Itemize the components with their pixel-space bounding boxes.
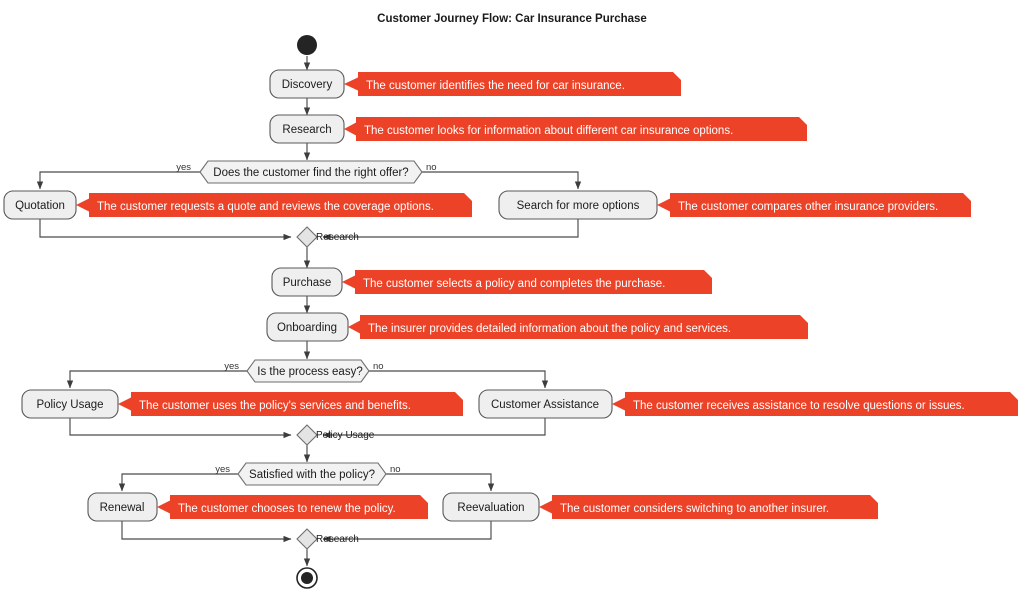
node-quotation[interactable]: Quotation xyxy=(3,190,77,220)
note-discovery-pointer xyxy=(344,77,359,91)
note-quotation-text: The customer requests a quote and review… xyxy=(97,201,434,213)
start-node xyxy=(297,35,317,55)
note-policyusage: The customer uses the policy's services … xyxy=(118,392,463,416)
page-title: Customer Journey Flow: Car Insurance Pur… xyxy=(377,13,647,25)
note-purchase-pointer xyxy=(342,275,356,289)
node-discovery[interactable]: Discovery xyxy=(269,69,345,99)
edge-quotation-merge1 xyxy=(39,219,292,241)
merge-m1-label: Research xyxy=(316,232,359,243)
decision-d2[interactable]: Is the process easy? xyxy=(246,359,370,383)
edge-d3-no-reevaluation xyxy=(386,473,495,492)
branch-label-d3-no: no xyxy=(390,464,401,475)
note-discovery-text: The customer identifies the need for car… xyxy=(366,80,625,92)
note-renewal: The customer chooses to renew the policy… xyxy=(157,495,428,519)
branch-label-d1-yes: yes xyxy=(176,162,191,173)
edge-search-merge1 xyxy=(322,219,579,241)
note-onboarding-pointer xyxy=(348,320,361,334)
note-onboarding: The insurer provides detailed informatio… xyxy=(348,315,808,339)
note-policyusage-pointer xyxy=(118,397,132,411)
note-reevaluation: The customer considers switching to anot… xyxy=(539,495,878,519)
merge-m3-label: Research xyxy=(316,534,359,545)
node-search-label: Search for more options xyxy=(517,200,640,212)
note-discovery: The customer identifies the need for car… xyxy=(344,72,681,96)
merge-m2-shape xyxy=(296,424,318,446)
note-purchase-text: The customer selects a policy and comple… xyxy=(363,278,665,290)
node-renewal[interactable]: Renewal xyxy=(87,492,158,522)
note-assistance-pointer xyxy=(612,397,626,411)
branch-label-d1-no: no xyxy=(426,162,437,173)
edge-renewal-merge3 xyxy=(121,521,292,543)
merge-m3: Research xyxy=(296,528,359,550)
note-quotation: The customer requests a quote and review… xyxy=(76,193,472,217)
decision-d1-label: Does the customer find the right offer? xyxy=(213,167,408,179)
node-purchase-label: Purchase xyxy=(283,277,332,289)
node-reevaluation-label: Reevaluation xyxy=(457,502,524,514)
edge-d2-yes-policyusage xyxy=(66,370,247,389)
note-search-pointer xyxy=(657,198,671,212)
note-renewal-pointer xyxy=(157,500,171,514)
node-discovery-label: Discovery xyxy=(282,79,333,91)
note-onboarding-text: The insurer provides detailed informatio… xyxy=(368,323,731,335)
node-policyusage-label: Policy Usage xyxy=(36,399,103,411)
edge-d2-no-assistance xyxy=(369,370,549,389)
merge-m1-shape xyxy=(296,226,318,248)
note-search-text: The customer compares other insurance pr… xyxy=(678,201,938,213)
node-renewal-label: Renewal xyxy=(100,502,145,514)
decision-d1[interactable]: Does the customer find the right offer? xyxy=(199,160,423,184)
branch-label-d2-no: no xyxy=(373,361,384,372)
node-assistance[interactable]: Customer Assistance xyxy=(478,389,613,419)
node-reevaluation[interactable]: Reevaluation xyxy=(442,492,540,522)
node-research[interactable]: Research xyxy=(269,114,345,144)
note-purchase: The customer selects a policy and comple… xyxy=(342,270,712,294)
decision-d3[interactable]: Satisfied with the policy? xyxy=(237,462,387,486)
merge-m1: Research xyxy=(296,226,359,248)
edge-d1-yes-quotation xyxy=(36,171,200,190)
note-renewal-text: The customer chooses to renew the policy… xyxy=(178,503,396,515)
merge-m2-label: Policy Usage xyxy=(316,430,375,441)
node-onboarding-label: Onboarding xyxy=(277,322,337,334)
merge-m2: Policy Usage xyxy=(296,424,375,446)
end-node xyxy=(296,567,318,589)
end-node-inner xyxy=(301,572,313,584)
node-policyusage[interactable]: Policy Usage xyxy=(21,389,119,419)
note-assistance: The customer receives assistance to reso… xyxy=(612,392,1018,416)
note-reevaluation-pointer xyxy=(539,500,553,514)
node-onboarding[interactable]: Onboarding xyxy=(266,312,349,342)
note-search: The customer compares other insurance pr… xyxy=(657,193,971,217)
note-reevaluation-text: The customer considers switching to anot… xyxy=(560,503,829,515)
edge-d3-yes-renewal xyxy=(118,473,238,492)
node-search[interactable]: Search for more options xyxy=(498,190,658,220)
edge-policyusage-merge2 xyxy=(69,417,292,439)
note-research-pointer xyxy=(344,122,357,136)
note-policyusage-text: The customer uses the policy's services … xyxy=(139,400,411,412)
branch-label-d3-yes: yes xyxy=(215,464,230,475)
node-assistance-label: Customer Assistance xyxy=(491,399,599,411)
note-assistance-text: The customer receives assistance to reso… xyxy=(633,400,965,412)
decision-d3-label: Satisfied with the policy? xyxy=(249,469,375,481)
node-research-label: Research xyxy=(282,124,331,136)
flowchart-canvas: Customer Journey Flow: Car Insurance Pur… xyxy=(0,0,1024,595)
note-research-text: The customer looks for information about… xyxy=(364,125,733,137)
note-research: The customer looks for information about… xyxy=(344,117,807,141)
note-quotation-pointer xyxy=(76,198,90,212)
decision-d2-label: Is the process easy? xyxy=(257,366,362,378)
merge-m3-shape xyxy=(296,528,318,550)
node-quotation-label: Quotation xyxy=(15,200,65,212)
node-purchase[interactable]: Purchase xyxy=(271,267,343,297)
edge-d1-no-search xyxy=(422,171,582,190)
branch-label-d2-yes: yes xyxy=(224,361,239,372)
